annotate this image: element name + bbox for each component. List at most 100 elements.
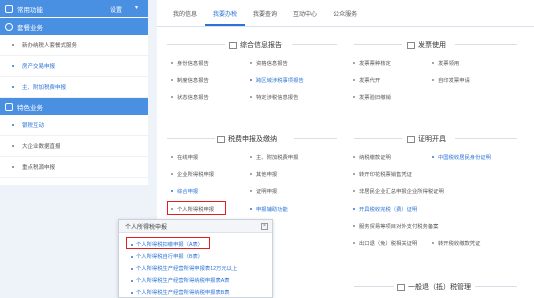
link-tax-payment-voucher[interactable]: 转开税收缴款凭证 (432, 239, 480, 247)
section-info-report: 综合信息报告 (229, 40, 282, 50)
bullet-icon (353, 62, 355, 64)
bullet-icon (171, 156, 173, 158)
bullet-icon (12, 86, 14, 88)
link-label: 发票领用 (438, 61, 460, 67)
bullet-icon (131, 279, 133, 282)
close-icon[interactable]: × (261, 223, 268, 230)
section-title: 一般退（抵）税管理 (408, 284, 471, 291)
bullet-icon (12, 65, 14, 67)
link-invoice-receive[interactable]: 发票领用 (432, 59, 459, 67)
link-label: 证明申报 (256, 189, 278, 195)
popup-item-label: 个人所得税生产经营所得申报表12万元以上 (136, 266, 238, 272)
link-corporate-income-tax[interactable]: 企业所得税申报 (171, 170, 214, 178)
tab-public-service[interactable]: 公众服务 (325, 6, 365, 26)
link-other-declare[interactable]: 其他申报 (250, 170, 277, 178)
link-qualification-report[interactable]: 资格信息报告 (250, 59, 288, 67)
bullet-icon (12, 124, 14, 126)
link-tax-paid-cert[interactable]: 开具税收完税（费）证明 (353, 205, 417, 213)
link-online-declare[interactable]: 在线申报 (171, 153, 198, 161)
link-system-report[interactable]: 制度信息报告 (171, 76, 209, 84)
link-nonresident-proof[interactable]: 非居民企业汇总申报企业所得税证明 (353, 187, 444, 195)
link-label: 主、附加税费申报 (256, 155, 299, 161)
refund-icon (397, 283, 405, 291)
bullet-icon (432, 79, 434, 81)
link-label: 身份信息报告 (177, 61, 209, 67)
divider (167, 138, 215, 139)
link-label: 发票代开 (359, 78, 381, 84)
link-tax-residence-cert[interactable]: 中国税收居民身份证明 (432, 153, 491, 161)
chevron-down-icon[interactable]: ▾ (135, 4, 138, 11)
link-invoice-self-print[interactable]: 自印发票申请 (432, 76, 470, 84)
section-title: 综合信息报告 (240, 42, 282, 49)
link-comprehensive-declare[interactable]: 综合申报 (171, 187, 198, 195)
bullet-icon (353, 242, 355, 244)
link-cross-region-report[interactable]: 跨区域涉税事项报告 (250, 76, 304, 84)
settings-link[interactable]: 设置 (110, 5, 122, 14)
bullet-icon (250, 79, 252, 81)
tab-interaction[interactable]: 互动中心 (285, 6, 325, 26)
sidebar-item-enterprise-data[interactable]: 大企业数据直报 (0, 136, 148, 157)
link-invoice-cancel[interactable]: 发票验旧缴销 (353, 93, 391, 101)
sidebar-header-common[interactable]: 常用功能 设置 ▾ (0, 0, 148, 17)
section-general-mgmt: 一般退（抵）税管理 (397, 282, 471, 292)
popup-header: 个人所得税申报 × (119, 220, 272, 233)
sidebar-item-new-taxpayer[interactable]: 新办纳税人套餐式服务 (0, 35, 148, 56)
sidebar-item-label: 银税互动 (22, 123, 45, 129)
link-label: 综合申报 (177, 189, 199, 195)
link-tax-payment-proof[interactable]: 纳税缴款证明 (353, 153, 391, 161)
bullet-icon (171, 96, 173, 98)
section-certificate: 证明开具 (407, 134, 446, 144)
bullet-icon (131, 255, 133, 258)
bullet-icon (250, 62, 252, 64)
link-declare-assist[interactable]: 申报辅助功能 (250, 205, 288, 213)
link-label: 企业所得税申报 (177, 172, 215, 178)
link-service-trade-filing[interactable]: 服务贸易等项目对外支付税务备案 (353, 222, 438, 230)
bullet-icon (12, 44, 14, 46)
popup-title: 个人所得税申报 (125, 224, 168, 231)
bullet-icon (171, 190, 173, 192)
divider (455, 138, 517, 139)
special-icon (5, 102, 13, 111)
link-main-additional-tax[interactable]: 主、附加税费申报 (250, 153, 298, 161)
tab-query[interactable]: 我要查询 (245, 6, 285, 26)
sidebar-item-bank-tax[interactable]: 银税互动 (0, 115, 148, 136)
star-icon (5, 4, 13, 13)
sidebar-group-special[interactable]: 特色业务 (0, 98, 148, 115)
link-invoice-type[interactable]: 发票票种核定 (353, 59, 391, 67)
link-label: 发票票种核定 (359, 61, 391, 67)
link-label: 转开印花税票销售凭证 (359, 172, 412, 178)
tab-handle-tax[interactable]: 我要办税 (205, 6, 246, 26)
link-label: 中国税收居民身份证明 (438, 155, 491, 161)
bullet-icon (171, 62, 173, 64)
bullet-icon (12, 145, 14, 147)
link-status-report[interactable]: 状态信息报告 (171, 93, 209, 101)
divider (354, 44, 402, 45)
link-label: 出口退（免）税相关证明 (359, 241, 418, 247)
link-stamp-tax-voucher[interactable]: 转开印花税票销售凭证 (353, 170, 412, 178)
sidebar-item-main-tax[interactable]: 主、附加税费申报 (0, 77, 148, 98)
bullet-icon (353, 208, 355, 210)
bullet-icon (171, 79, 173, 81)
popup-item-business-a[interactable]: 个人所得税生产经营所得纳税申报表A表 (131, 276, 230, 284)
highlight-box (126, 237, 210, 249)
sidebar-item-label: 重点税源申报 (22, 165, 56, 171)
sidebar-item-property[interactable]: 房产交易申报 (0, 56, 148, 77)
link-identity-report[interactable]: 身份信息报告 (171, 59, 209, 67)
link-invoice-proxy[interactable]: 发票代开 (353, 76, 380, 84)
bullet-icon (432, 242, 434, 244)
section-title: 发票使用 (418, 42, 446, 49)
link-proof-declare[interactable]: 证明申报 (250, 187, 277, 195)
divider (354, 138, 402, 139)
sidebar-group-package[interactable]: 套餐业务 (0, 18, 148, 35)
popup-item-b-table[interactable]: 个人所得税自行申报（B表） (131, 252, 203, 260)
link-label: 开具税收完税（费）证明 (359, 207, 418, 213)
link-export-refund-proof[interactable]: 出口退（免）税相关证明 (353, 239, 417, 247)
popup-item-12w[interactable]: 个人所得税生产经营所得申报表12万元以上 (131, 264, 237, 272)
highlight-box (167, 201, 226, 215)
tab-my-info[interactable]: 我的信息 (165, 6, 205, 26)
sidebar-item-key-source[interactable]: 重点税源申报 (0, 157, 148, 178)
link-specific-report[interactable]: 特定涉税信息报告 (250, 93, 298, 101)
invoice-icon (407, 41, 415, 49)
sidebar-group-package-label: 套餐业务 (17, 24, 43, 32)
popup-item-business-b[interactable]: 个人所得税生产经营所得纳税申报表B表 (131, 288, 230, 296)
